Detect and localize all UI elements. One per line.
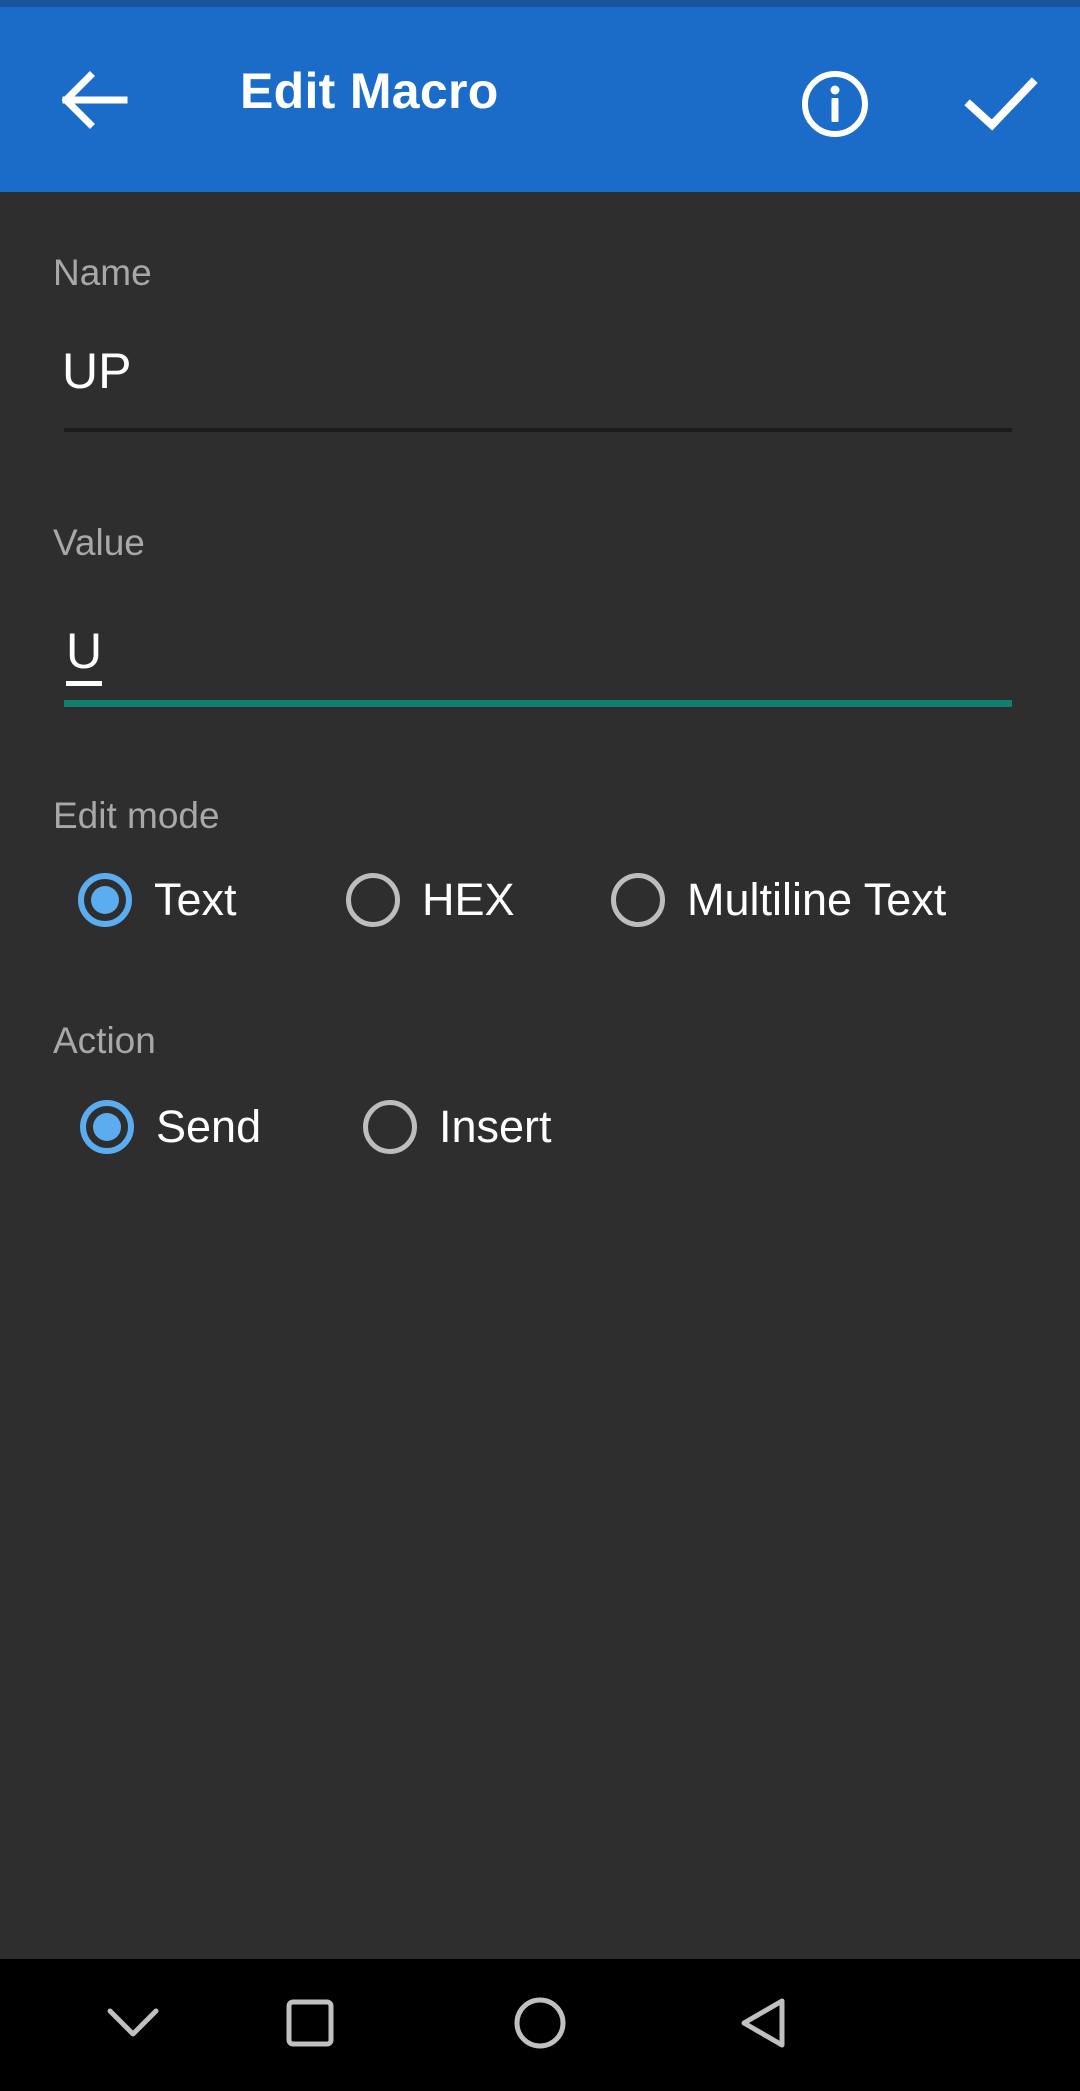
radio-edit-mode-hex[interactable]: HEX xyxy=(346,855,515,945)
home-button[interactable] xyxy=(480,1959,600,2091)
radio-unselected-icon xyxy=(363,1100,417,1154)
radio-label: Text xyxy=(154,874,237,925)
status-bar xyxy=(0,0,1080,7)
circle-icon xyxy=(513,1996,567,2055)
radio-unselected-icon xyxy=(346,873,400,927)
edit-mode-label: Edit mode xyxy=(53,795,220,836)
form-body xyxy=(0,192,1080,1959)
arrow-left-icon[interactable] xyxy=(61,70,128,130)
radio-label: Send xyxy=(156,1101,262,1152)
recents-button[interactable] xyxy=(250,1959,370,2091)
check-icon[interactable] xyxy=(962,69,1040,139)
edit-mode-radio-group: Text HEX Multiline Text xyxy=(0,855,1080,945)
radio-unselected-icon xyxy=(611,873,665,927)
value-field-label: Value xyxy=(53,522,145,563)
app-screen: Edit Macro Name UP Value U Edit mode Tex… xyxy=(0,0,1080,2091)
radio-edit-mode-multiline-text[interactable]: Multiline Text xyxy=(611,855,946,945)
value-input-underline xyxy=(64,700,1012,707)
page-title: Edit Macro xyxy=(240,63,499,119)
square-icon xyxy=(285,1998,335,2053)
radio-label: HEX xyxy=(422,874,515,925)
hide-keyboard-button[interactable] xyxy=(73,1959,193,2091)
radio-label: Multiline Text xyxy=(687,874,947,925)
radio-label: Insert xyxy=(439,1101,552,1152)
android-navigation-bar xyxy=(0,1959,1080,2091)
value-input[interactable]: U xyxy=(66,622,103,686)
name-input-underline xyxy=(64,428,1012,432)
value-input-text: U xyxy=(66,623,103,686)
radio-action-send[interactable]: Send xyxy=(80,1082,261,1172)
chevron-down-icon xyxy=(104,2003,162,2048)
action-label: Action xyxy=(53,1020,156,1061)
radio-action-insert[interactable]: Insert xyxy=(363,1082,552,1172)
triangle-left-icon xyxy=(738,1996,792,2055)
radio-selected-icon xyxy=(78,873,132,927)
info-circle-icon[interactable] xyxy=(800,69,870,139)
action-radio-group: Send Insert xyxy=(0,1082,1080,1172)
app-bar: Edit Macro xyxy=(0,7,1080,192)
name-input[interactable]: UP xyxy=(62,342,131,400)
back-button[interactable] xyxy=(705,1959,825,2091)
radio-edit-mode-text[interactable]: Text xyxy=(78,855,237,945)
radio-selected-icon xyxy=(80,1100,134,1154)
name-field-label: Name xyxy=(53,252,152,293)
